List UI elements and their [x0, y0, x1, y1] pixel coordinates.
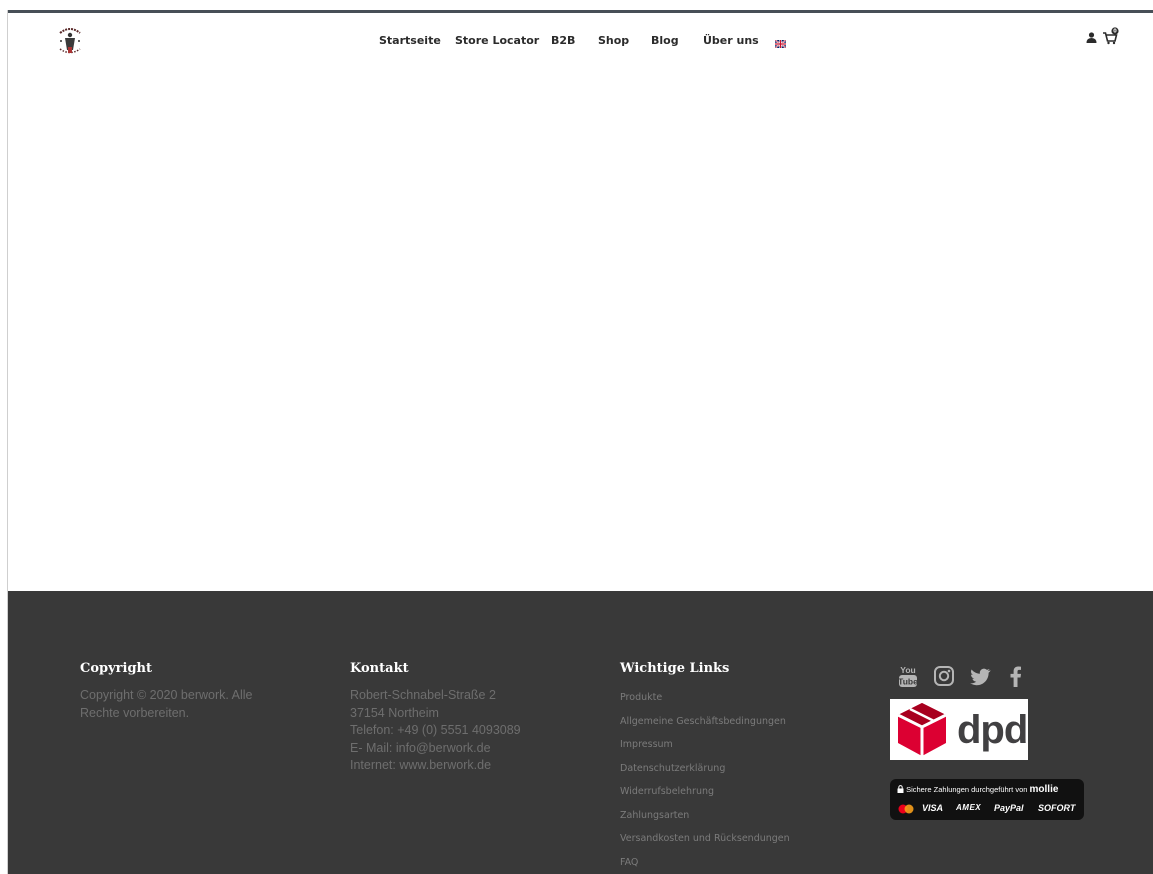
footer-link-impressum[interactable]: Impressum	[620, 739, 673, 750]
nav-item-startseite[interactable]: Startseite	[379, 31, 441, 51]
nav-item-b2b[interactable]: B2B	[551, 31, 575, 51]
sofort-logo: SOFORT	[1038, 803, 1076, 813]
footer-link-produkte[interactable]: Produkte	[620, 692, 662, 703]
youtube-icon[interactable]: You Tube	[897, 664, 919, 688]
site-footer: Copyright Copyright © 2020 berwork. Alle…	[8, 591, 1153, 874]
footer-links-title: Wichtige Links	[620, 661, 730, 676]
site-header: Startseite Store Locator B2B Shop Blog Ü…	[8, 13, 1153, 69]
visa-logo: VISA	[922, 803, 944, 813]
paypal-logo: PayPal	[994, 803, 1024, 813]
facebook-icon[interactable]	[1007, 664, 1023, 688]
footer-link-datenschutz[interactable]: Datenschutzerklärung	[620, 763, 725, 774]
user-account-icon[interactable]	[1086, 30, 1097, 43]
window-top-margin	[0, 0, 1153, 10]
language-flag-uk-icon[interactable]	[774, 35, 787, 49]
main-navigation: Startseite Store Locator B2B Shop Blog Ü…	[8, 31, 1153, 51]
footer-link-agb[interactable]: Allgemeine Geschäftsbedingungen	[620, 716, 786, 727]
footer-copyright-title: Copyright	[80, 661, 152, 676]
footer-copyright-line-1: Copyright © 2020 berwork. Alle	[80, 688, 253, 702]
footer-link-versandkosten[interactable]: Versandkosten und Rücksendungen	[620, 833, 790, 844]
footer-link-faq[interactable]: FAQ	[620, 857, 638, 868]
footer-link-widerruf[interactable]: Widerrufsbelehrung	[620, 786, 714, 797]
footer-kontakt-title: Kontakt	[350, 661, 409, 676]
footer-kontakt-phone[interactable]: Telefon: +49 (0) 5551 4093089	[350, 722, 521, 740]
nav-item-shop[interactable]: Shop	[598, 31, 629, 51]
nav-item-blog[interactable]: Blog	[651, 31, 679, 51]
nav-item-store-locator[interactable]: Store Locator	[455, 31, 539, 51]
dpd-cube-icon	[897, 703, 947, 756]
cart-count-badge: 0	[1113, 29, 1117, 35]
shopping-cart-icon[interactable]: 0	[1102, 27, 1120, 45]
lock-icon	[897, 785, 904, 793]
mollie-secure-text: Sichere Zahlungen durchgeführt von molli…	[897, 784, 1058, 795]
instagram-icon[interactable]	[933, 664, 955, 688]
amex-logo: AMEX	[956, 803, 982, 812]
footer-kontakt-city: 37154 Northeim	[350, 705, 439, 720]
dpd-wordmark: dpd	[957, 708, 1028, 752]
mastercard-icon	[898, 804, 914, 814]
footer-kontakt-website[interactable]: Internet: www.berwork.de	[350, 757, 491, 775]
footer-kontakt-email[interactable]: E- Mail: info@berwork.de	[350, 740, 491, 758]
main-content	[8, 69, 1153, 591]
dpd-shipping-badge: dpd	[890, 699, 1028, 760]
mollie-payment-badge: Sichere Zahlungen durchgeführt von molli…	[890, 779, 1084, 820]
footer-link-zahlungsarten[interactable]: Zahlungsarten	[620, 810, 689, 821]
footer-kontakt-address: Robert-Schnabel-Straße 2	[350, 688, 496, 702]
svg-text:Tube: Tube	[898, 677, 918, 687]
nav-item-ueber-uns[interactable]: Über uns	[703, 31, 759, 51]
twitter-icon[interactable]	[968, 664, 992, 688]
mollie-brand: mollie	[1029, 784, 1059, 795]
footer-copyright-line-2: Rechte vorbereiten.	[80, 705, 190, 720]
svg-text:You: You	[900, 665, 915, 675]
